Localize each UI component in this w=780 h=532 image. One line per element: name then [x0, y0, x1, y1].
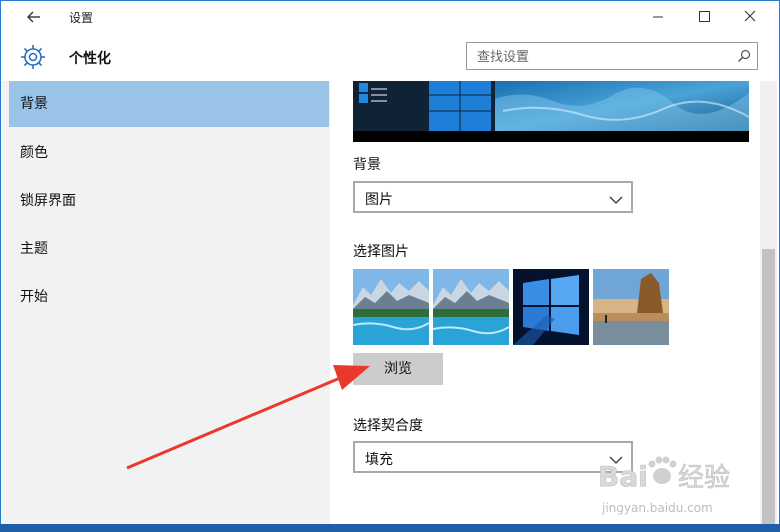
page-title: 个性化: [69, 51, 111, 67]
sidebar-item-label: 背景: [20, 96, 48, 112]
chevron-down-icon: [609, 191, 623, 204]
close-icon: [744, 10, 756, 22]
window-title: 设置: [69, 11, 94, 25]
choose-picture-label: 选择图片: [353, 244, 409, 260]
desktop-preview: [353, 81, 749, 142]
minimize-button[interactable]: [635, 1, 681, 33]
sidebar-item-colors[interactable]: 颜色: [9, 130, 329, 176]
sidebar-item-themes[interactable]: 主题: [9, 226, 329, 272]
scrollbar-thumb[interactable]: [762, 249, 775, 529]
sidebar: 背景 颜色 锁屏界面 主题 开始: [1, 81, 330, 531]
watermark-brand: Bai: [598, 460, 648, 493]
sidebar-item-label: 主题: [20, 241, 48, 257]
title-bar: 设置: [1, 1, 779, 33]
paw-icon: [648, 456, 677, 484]
watermark-brand-cn: 经验: [678, 463, 730, 493]
maximize-button[interactable]: [681, 1, 727, 33]
maximize-icon: [699, 11, 710, 22]
sidebar-item-label: 锁屏界面: [20, 193, 76, 209]
sidebar-item-start[interactable]: 开始: [9, 274, 329, 320]
dropdown-value: 图片: [365, 192, 393, 208]
wallpaper-thumbnail[interactable]: [433, 269, 509, 345]
wallpaper-thumbnail[interactable]: [513, 269, 589, 345]
sidebar-item-label: 开始: [20, 289, 48, 305]
search-icon[interactable]: [736, 48, 752, 64]
fit-label: 选择契合度: [353, 418, 423, 434]
sidebar-item-lock-screen[interactable]: 锁屏界面: [9, 178, 329, 224]
watermark-url: jingyan.baidu.com: [601, 501, 713, 515]
search-box[interactable]: [466, 42, 758, 70]
page-header: 个性化: [1, 33, 779, 81]
dropdown-value: 填充: [365, 452, 393, 468]
back-arrow-icon: [27, 11, 40, 23]
back-button[interactable]: [19, 6, 47, 28]
wallpaper-thumbnail[interactable]: [593, 269, 669, 345]
background-type-dropdown[interactable]: 图片: [353, 181, 633, 213]
background-label: 背景: [353, 157, 381, 173]
sidebar-item-background[interactable]: 背景: [9, 81, 329, 127]
gear-icon: [19, 43, 47, 71]
browse-button[interactable]: 浏览: [353, 353, 443, 385]
sidebar-item-label: 颜色: [20, 145, 48, 161]
minimize-icon: [653, 16, 663, 18]
vertical-scrollbar[interactable]: [760, 81, 777, 531]
fit-dropdown[interactable]: 填充: [353, 441, 633, 473]
wallpaper-thumbnail[interactable]: [353, 269, 429, 345]
baidu-watermark: Bai 经验 jingyan.baidu.com: [594, 446, 744, 520]
close-button[interactable]: [727, 1, 773, 33]
search-input[interactable]: [475, 46, 729, 68]
window-bottom-edge: [0, 524, 780, 532]
